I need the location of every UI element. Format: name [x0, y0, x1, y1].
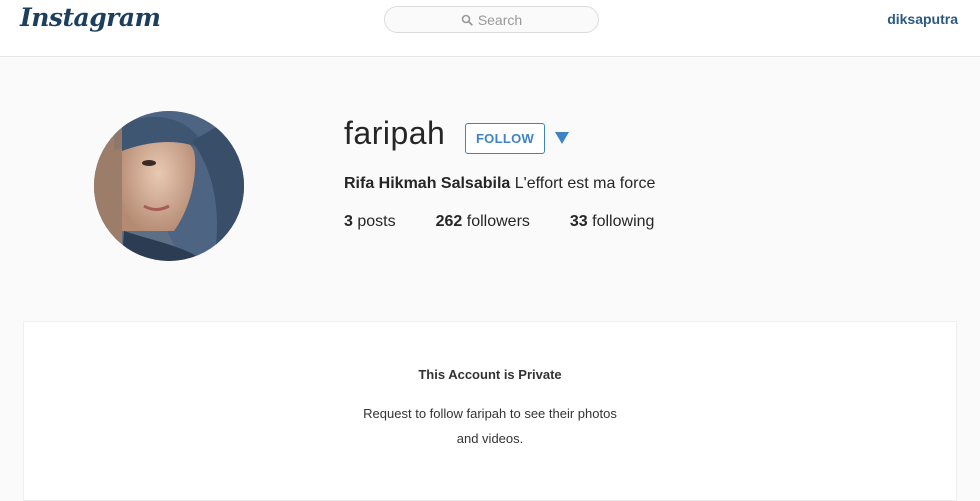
profile-avatar [94, 111, 244, 261]
avatar-image [94, 111, 244, 261]
following-stat[interactable]: 33 following [570, 213, 655, 231]
top-navigation-bar: Instagram Search diksaputra [0, 0, 980, 57]
following-count: 33 [569, 213, 588, 230]
private-notice-title: This Account is Private [418, 367, 562, 382]
follow-button[interactable]: FOLLOW [465, 123, 545, 154]
posts-label: posts [357, 213, 396, 230]
current-user-link[interactable]: diksaputra [887, 11, 958, 27]
dropdown-arrow-icon[interactable] [554, 131, 570, 145]
posts-count: 3 [344, 213, 353, 230]
private-account-notice: This Account is Private Request to follo… [23, 321, 957, 501]
search-input[interactable]: Search [384, 6, 599, 33]
private-notice-message: Request to follow faripah to see their p… [363, 406, 617, 446]
profile-stats: 3 posts 262 followers 33 following [344, 213, 694, 231]
followers-label: followers [466, 213, 530, 230]
profile-bio: Rifa Hikmah Salsabila L'effort est ma fo… [344, 175, 655, 193]
followers-stat[interactable]: 262 followers [436, 213, 530, 231]
followers-count: 262 [435, 213, 463, 230]
posts-stat: 3 posts [344, 213, 396, 231]
profile-full-name: Rifa Hikmah Salsabila [344, 175, 511, 192]
profile-username: faripah [344, 115, 446, 151]
following-label: following [592, 213, 655, 230]
instagram-logo[interactable]: Instagram [20, 3, 161, 32]
profile-bio-text: L'effort est ma force [514, 175, 656, 192]
search-placeholder: Search [477, 11, 523, 28]
search-icon [461, 14, 473, 26]
